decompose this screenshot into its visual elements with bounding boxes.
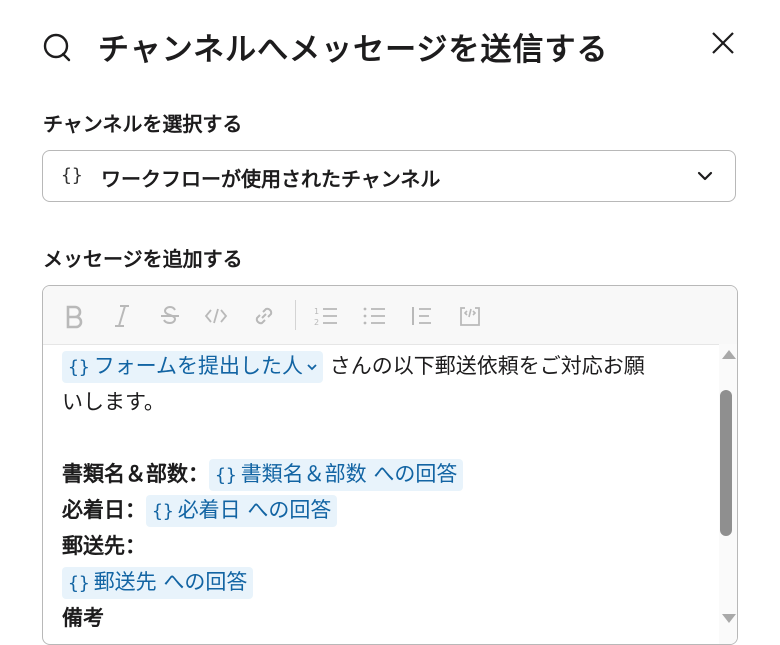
bullet-list-icon[interactable] (361, 303, 387, 329)
bold-icon[interactable] (61, 303, 87, 329)
variable-braces-icon: {} (68, 357, 90, 378)
message-line: いします。 (62, 390, 165, 414)
message-text: さんの以下郵送依頼をご対応お願 (323, 354, 645, 378)
dialog-header: チャンネルへメッセージを送信する (42, 20, 742, 72)
message-label: メッセージを追加する (43, 247, 243, 271)
message-blank-line (62, 420, 702, 456)
scrollbar[interactable] (719, 344, 737, 644)
variable-braces-icon: {} (152, 501, 174, 522)
dialog-title: チャンネルへメッセージを送信する (98, 32, 609, 68)
message-line: 郵送先： (62, 534, 146, 558)
variable-braces-icon: {} (61, 165, 83, 186)
scrollbar-thumb[interactable] (720, 390, 732, 536)
variable-braces-icon: {} (68, 573, 90, 594)
svg-text:2: 2 (314, 318, 319, 327)
formatting-toolbar: 12 (43, 286, 737, 345)
code-block-icon[interactable] (457, 303, 483, 329)
message-line: 必着日：{} 必着日 への回答 (62, 492, 702, 528)
variable-chip-docs[interactable]: {} 書類名＆部数 への回答 (209, 459, 464, 491)
italic-icon[interactable] (109, 303, 135, 329)
message-editor[interactable]: 12 {} フォームを提出した人 さんの以下郵送依頼をご対応お願 いします。 書類… (42, 285, 738, 645)
channel-select-value: ワークフローが使用されたチャンネル (101, 167, 441, 191)
strikethrough-icon[interactable] (157, 303, 183, 329)
date-label: 必着日： (62, 498, 146, 522)
search-icon (43, 33, 71, 62)
message-line: {} 郵送先 への回答 (62, 564, 702, 600)
chevron-down-icon[interactable] (697, 170, 713, 182)
scroll-up-arrow-icon[interactable] (722, 350, 736, 359)
variable-braces-icon: {} (215, 465, 237, 486)
svg-text:1: 1 (314, 307, 319, 316)
variable-chip-label: フォームを提出した人 (93, 354, 304, 378)
toolbar-divider (295, 300, 296, 330)
variable-chip-label: 必着日 への回答 (177, 498, 332, 522)
channel-select-label: チャンネルを選択する (43, 112, 243, 136)
message-line: 書類名＆部数：{} 書類名＆部数 への回答 (62, 456, 702, 492)
variable-chip-label: 郵送先 への回答 (93, 570, 248, 594)
link-icon[interactable] (251, 303, 277, 329)
variable-chip-label: 書類名＆部数 への回答 (240, 462, 458, 486)
message-body[interactable]: {} フォームを提出した人 さんの以下郵送依頼をご対応お願 いします。 書類名＆部… (62, 348, 702, 636)
quote-icon[interactable] (409, 303, 435, 329)
scroll-down-arrow-icon[interactable] (722, 614, 736, 623)
ordered-list-icon[interactable]: 12 (313, 303, 339, 329)
docs-label: 書類名＆部数： (62, 462, 209, 486)
code-icon[interactable] (203, 303, 229, 329)
chevron-down-icon[interactable] (307, 363, 317, 371)
close-icon[interactable] (710, 30, 736, 56)
variable-chip-destination[interactable]: {} 郵送先 への回答 (62, 567, 254, 599)
message-line: {} フォームを提出した人 さんの以下郵送依頼をご対応お願 (62, 348, 702, 384)
channel-select[interactable]: {} ワークフローが使用されたチャンネル (42, 150, 736, 202)
variable-chip-date[interactable]: {} 必着日 への回答 (146, 495, 338, 527)
variable-chip-submitter[interactable]: {} フォームを提出した人 (62, 351, 324, 383)
